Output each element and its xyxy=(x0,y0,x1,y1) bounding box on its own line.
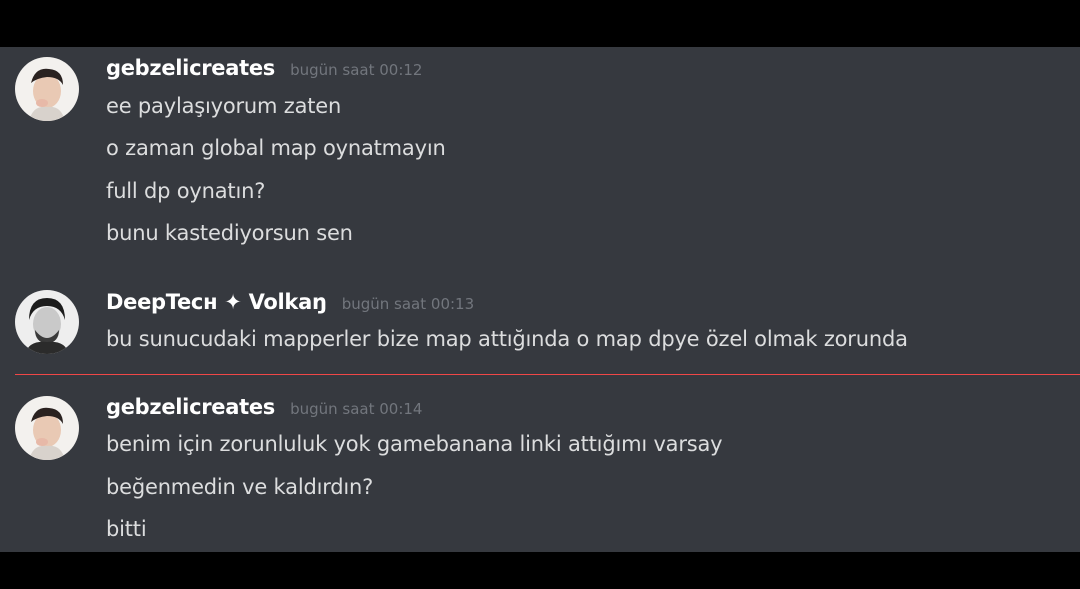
message-text: bunu kastediyorsun sen xyxy=(106,221,353,245)
timestamp: bugün saat 00:13 xyxy=(341,295,475,313)
message-text: bitti xyxy=(106,517,147,541)
username[interactable]: gebzelicreates xyxy=(106,56,275,80)
timestamp: bugün saat 00:12 xyxy=(290,61,423,79)
message-header: DeepTecн ✦ Volkaŋ bugün saat 00:13 xyxy=(106,290,474,318)
message-text: bu sunucudaki mapperler bize map attığın… xyxy=(106,327,908,351)
message-text: o zaman global map oynatmayın xyxy=(106,136,446,160)
avatar[interactable] xyxy=(15,57,79,121)
avatar[interactable] xyxy=(15,290,79,354)
message-text: benim için zorunluluk yok gamebanana lin… xyxy=(106,432,723,456)
username[interactable]: gebzelicreates xyxy=(106,395,275,419)
chat-message-list[interactable]: gebzelicreates bugün saat 00:12 ee payla… xyxy=(0,47,1080,552)
username[interactable]: DeepTecн ✦ Volkaŋ xyxy=(106,290,327,314)
message-header: gebzelicreates bugün saat 00:14 xyxy=(106,395,422,423)
message-text: ee paylaşıyorum zaten xyxy=(106,94,342,118)
message-header: gebzelicreates bugün saat 00:12 xyxy=(106,56,422,84)
message-text: full dp oynatın? xyxy=(106,179,266,203)
timestamp: bugün saat 00:14 xyxy=(290,400,423,418)
avatar[interactable] xyxy=(15,396,79,460)
new-messages-divider xyxy=(15,374,1080,375)
message-text: beğenmedin ve kaldırdın? xyxy=(106,475,374,499)
